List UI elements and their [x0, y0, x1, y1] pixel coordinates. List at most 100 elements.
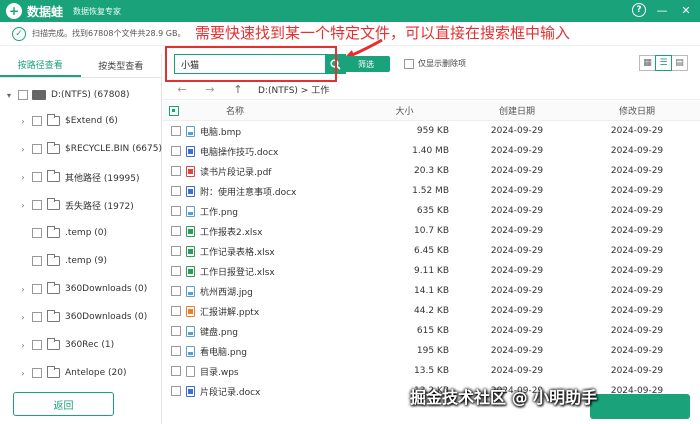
col-size-header[interactable]: 大小: [352, 104, 457, 117]
row-checkbox[interactable]: [171, 206, 181, 216]
recover-button[interactable]: [590, 394, 690, 419]
file-modified: 2024-09-29: [610, 146, 664, 156]
up-arrow-icon[interactable]: ↑: [230, 83, 246, 96]
file-created: 2024-09-29: [490, 366, 544, 376]
tree-item-label: Antelope (20): [65, 368, 127, 378]
file-size: 1.52 MB: [412, 186, 449, 196]
tree-checkbox[interactable]: [32, 368, 42, 378]
back-arrow-icon[interactable]: ←: [174, 83, 190, 96]
chevron-right-icon[interactable]: ›: [18, 201, 28, 210]
excel-file-icon: [186, 245, 195, 257]
filter-button[interactable]: 筛选: [342, 56, 390, 72]
tree-checkbox[interactable]: [32, 144, 42, 154]
tree-checkbox[interactable]: [18, 90, 28, 100]
row-checkbox[interactable]: [171, 146, 181, 156]
chevron-right-icon[interactable]: ›: [18, 313, 28, 322]
col-modified-header[interactable]: 修改日期: [577, 104, 697, 117]
search-highlight-frame: [165, 46, 337, 82]
folder-icon: [47, 254, 60, 266]
minimize-icon[interactable]: —: [654, 2, 670, 18]
tree-item-lost-paths[interactable]: › 丢失路径 (1972): [18, 191, 134, 219]
tree-item-label: $Extend (6): [65, 116, 118, 126]
col-name-header[interactable]: 名称: [186, 104, 352, 117]
tree-item-360downloads-b[interactable]: › 360Downloads (0): [18, 303, 147, 331]
row-checkbox[interactable]: [171, 346, 181, 356]
grid-view-icon[interactable]: ▦: [639, 55, 656, 71]
tree-checkbox[interactable]: [32, 284, 42, 294]
row-checkbox[interactable]: [171, 386, 181, 396]
row-checkbox[interactable]: [171, 166, 181, 176]
back-button[interactable]: 返回: [13, 392, 114, 416]
row-checkbox[interactable]: [171, 366, 181, 376]
tree-item-antelope[interactable]: › Antelope (20): [18, 359, 127, 387]
tree-checkbox[interactable]: [32, 172, 42, 182]
tree-checkbox[interactable]: [32, 312, 42, 322]
help-icon[interactable]: ?: [632, 3, 646, 17]
tree-checkbox[interactable]: [32, 228, 42, 238]
row-checkbox[interactable]: [171, 306, 181, 316]
table-row[interactable]: 汇报讲解.pptx 44.2 KB 2024-09-29 2024-09-29: [162, 301, 700, 321]
chevron-right-icon[interactable]: ›: [18, 145, 28, 154]
only-deleted-toggle[interactable]: 仅显示删除项: [404, 58, 466, 69]
tree-item-temp-0[interactable]: .temp (0): [28, 219, 107, 247]
file-created: 2024-09-29: [490, 346, 544, 356]
table-row[interactable]: 电脑操作技巧.docx 1.40 MB 2024-09-29 2024-09-2…: [162, 141, 700, 161]
watermark: 掘金技术社区 @ 小明助手: [410, 388, 598, 407]
file-name: 片段记录.docx: [200, 387, 261, 398]
table-row[interactable]: 杭州西湖.jpg 14.1 KB 2024-09-29 2024-09-29: [162, 281, 700, 301]
row-checkbox[interactable]: [171, 126, 181, 136]
tab-by-type[interactable]: 按类型查看: [81, 54, 162, 77]
table-row[interactable]: 看电脑.png 195 KB 2024-09-29 2024-09-29: [162, 341, 700, 361]
table-row[interactable]: 工作报表2.xlsx 10.7 KB 2024-09-29 2024-09-29: [162, 221, 700, 241]
only-deleted-checkbox[interactable]: [404, 58, 414, 69]
table-row[interactable]: 读书片段记录.pdf 20.3 KB 2024-09-29 2024-09-29: [162, 161, 700, 181]
row-checkbox[interactable]: [171, 226, 181, 236]
folder-icon: [47, 310, 60, 322]
file-size: 14.1 KB: [414, 286, 449, 296]
table-row[interactable]: 电脑.bmp 959 KB 2024-09-29 2024-09-29: [162, 121, 700, 141]
select-all-checkbox[interactable]: [169, 105, 179, 116]
tree-checkbox[interactable]: [32, 340, 42, 350]
chevron-down-icon[interactable]: ▾: [4, 91, 14, 100]
table-row[interactable]: 工作.png 635 KB 2024-09-29 2024-09-29: [162, 201, 700, 221]
tree-item-label: 其他路径 (19995): [65, 173, 140, 184]
tree-item-other-paths[interactable]: › 其他路径 (19995): [18, 163, 140, 191]
table-row[interactable]: 工作记录表格.xlsx 6.45 KB 2024-09-29 2024-09-2…: [162, 241, 700, 261]
col-created-header[interactable]: 创建日期: [457, 104, 577, 117]
row-checkbox[interactable]: [171, 186, 181, 196]
list-view-icon[interactable]: ☰: [655, 55, 672, 71]
tree-item-temp-9[interactable]: .temp (9): [28, 247, 107, 275]
tree-item-drive-d[interactable]: ▾ D:(NTFS) (67808): [4, 81, 129, 109]
close-icon[interactable]: ✕: [678, 2, 694, 18]
tab-by-path[interactable]: 按路径查看: [0, 54, 81, 77]
tree-item-recycle-bin[interactable]: › $RECYCLE.BIN (6675): [18, 135, 162, 163]
table-row[interactable]: 工作日报登记.xlsx 9.11 KB 2024-09-29 2024-09-2…: [162, 261, 700, 281]
chevron-right-icon[interactable]: ›: [18, 117, 28, 126]
row-checkbox[interactable]: [171, 266, 181, 276]
file-modified: 2024-09-29: [610, 226, 664, 236]
row-checkbox[interactable]: [171, 326, 181, 336]
tree-checkbox[interactable]: [32, 116, 42, 126]
tree-item-360rec[interactable]: › 360Rec (1): [18, 331, 114, 359]
file-name: 键盘.png: [200, 327, 238, 338]
table-row[interactable]: 键盘.png 615 KB 2024-09-29 2024-09-29: [162, 321, 700, 341]
row-checkbox[interactable]: [171, 246, 181, 256]
folder-icon: [47, 226, 60, 238]
file-name: 工作报表2.xlsx: [200, 227, 263, 238]
table-row[interactable]: 目录.wps 13.5 KB 2024-09-29 2024-09-29: [162, 361, 700, 381]
chevron-right-icon[interactable]: ›: [18, 341, 28, 350]
detail-view-icon[interactable]: ▤: [671, 55, 688, 71]
chevron-right-icon[interactable]: ›: [18, 369, 28, 378]
tree-item-360downloads-a[interactable]: › 360Downloads (0): [18, 275, 147, 303]
file-modified: 2024-09-29: [610, 306, 664, 316]
chevron-right-icon[interactable]: ›: [18, 285, 28, 294]
table-row[interactable]: 附：使用注意事项.docx 1.52 MB 2024-09-29 2024-09…: [162, 181, 700, 201]
file-name: 看电脑.png: [200, 347, 247, 358]
file-created: 2024-09-29: [490, 326, 544, 336]
tree-checkbox[interactable]: [32, 200, 42, 210]
row-checkbox[interactable]: [171, 286, 181, 296]
chevron-right-icon[interactable]: ›: [18, 173, 28, 182]
tree-checkbox[interactable]: [32, 256, 42, 266]
tree-item-extend[interactable]: › $Extend (6): [18, 107, 118, 135]
forward-arrow-icon[interactable]: →: [202, 83, 218, 96]
